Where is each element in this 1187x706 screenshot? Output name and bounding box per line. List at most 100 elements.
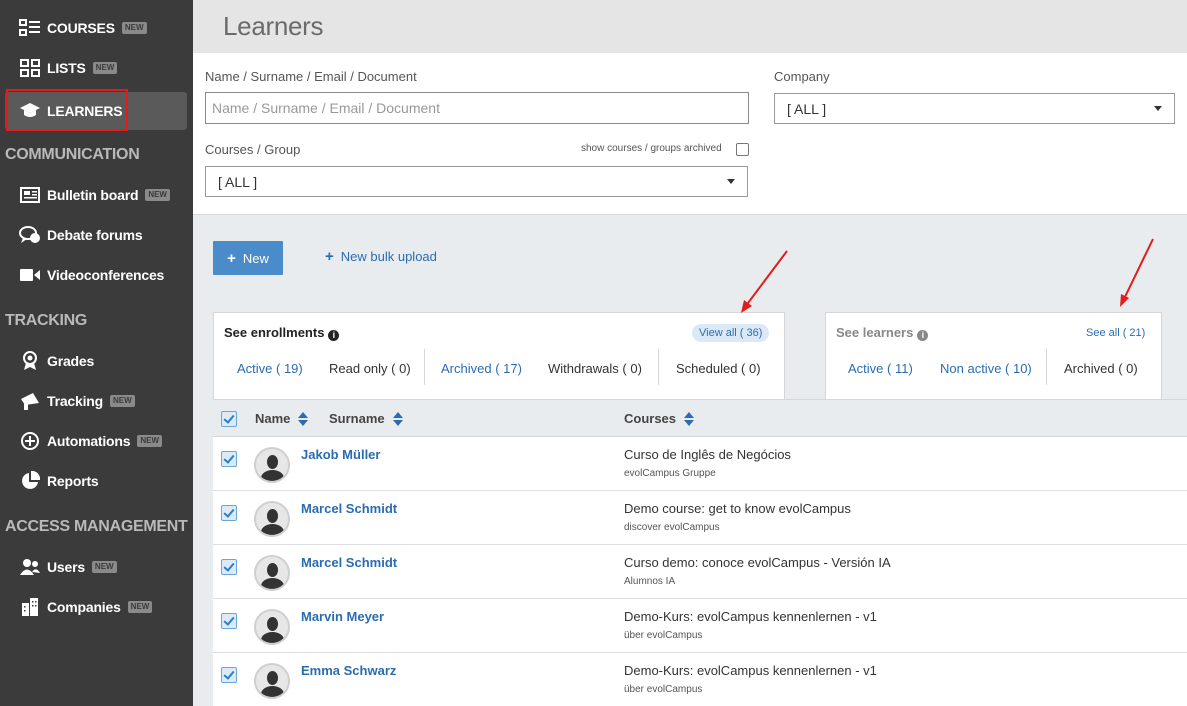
- new-badge: NEW: [145, 189, 170, 201]
- sidebar-item-reports[interactable]: Reports: [0, 462, 193, 500]
- tab-enrollments-archived[interactable]: Archived ( 17): [441, 361, 522, 376]
- info-icon: i: [917, 330, 929, 341]
- video-camera-icon: [19, 264, 41, 286]
- learners-panel: See learners i See all ( 21) Active ( 11)…: [825, 312, 1162, 400]
- group-name: über evolCampus: [624, 684, 703, 695]
- tab-enrollments-active[interactable]: Active ( 19): [237, 361, 303, 376]
- enrollments-title: See enrollments i: [224, 325, 340, 341]
- table-row[interactable]: Jakob Müller Curso de Inglês de Negócios…: [213, 437, 1187, 491]
- learners-panel-title-text: See learners: [836, 325, 914, 340]
- sidebar-item-grades[interactable]: Grades: [0, 342, 193, 380]
- avatar: [254, 663, 290, 699]
- tab-enrollments-withdrawals[interactable]: Withdrawals ( 0): [548, 361, 642, 376]
- section-title-communication: COMMUNICATION: [5, 146, 140, 163]
- tab-learners-active[interactable]: Active ( 11): [848, 361, 913, 376]
- content-area: + New + New bulk upload See enrollments i…: [193, 214, 1187, 706]
- divider: [424, 349, 425, 385]
- page-title: Learners: [223, 11, 324, 41]
- table-row[interactable]: Marcel Schmidt Curso demo: conoce evolCa…: [213, 545, 1187, 599]
- tab-learners-archived[interactable]: Archived ( 0): [1064, 361, 1138, 376]
- filters-panel: Name / Surname / Email / Document Name /…: [193, 53, 1187, 214]
- view-all-enrollments-button[interactable]: View all ( 36): [692, 324, 770, 342]
- users-icon: [19, 556, 41, 578]
- row-checkbox[interactable]: [221, 559, 237, 575]
- row-checkbox[interactable]: [221, 505, 237, 521]
- sidebar-item-lists[interactable]: LISTS NEW: [0, 49, 193, 87]
- learner-name-link[interactable]: Marcel Schmidt: [301, 501, 397, 516]
- sidebar-item-label: Bulletin board: [47, 187, 139, 203]
- new-bulk-upload-link[interactable]: + New bulk upload: [325, 248, 437, 265]
- sidebar-item-bulletin-board[interactable]: Bulletin board NEW: [0, 176, 193, 214]
- show-archived-label: show courses / groups archived: [581, 143, 722, 154]
- sidebar-item-label: Debate forums: [47, 227, 143, 243]
- column-surname-label: Surname: [329, 411, 385, 426]
- avatar: [254, 555, 290, 591]
- new-badge: NEW: [137, 435, 163, 447]
- bulk-upload-label: New bulk upload: [340, 249, 437, 264]
- select-all-checkbox[interactable]: [221, 411, 237, 427]
- course-name: Curso demo: conoce evolCampus - Versión …: [624, 555, 891, 570]
- company-select[interactable]: [ ALL ]: [774, 93, 1175, 124]
- sidebar-item-label: Tracking: [47, 393, 103, 409]
- name-filter-label: Name / Surname / Email / Document: [205, 69, 417, 84]
- courses-select-value: [ ALL ]: [218, 173, 258, 190]
- sidebar-item-label: Users: [47, 559, 85, 575]
- learner-name-link[interactable]: Marvin Meyer: [301, 609, 384, 624]
- row-checkbox[interactable]: [221, 451, 237, 467]
- sidebar-item-label: Videoconferences: [47, 267, 165, 283]
- sidebar-item-users[interactable]: Users NEW: [0, 548, 193, 586]
- sidebar-item-label: Reports: [47, 473, 99, 489]
- sort-icon: [392, 411, 403, 426]
- see-all-learners-link[interactable]: See all ( 21): [1086, 327, 1145, 339]
- pie-chart-icon: [19, 470, 41, 492]
- column-header-surname[interactable]: Surname: [329, 411, 403, 426]
- divider: [1046, 349, 1047, 385]
- divider: [658, 349, 659, 385]
- sidebar-item-companies[interactable]: Companies NEW: [0, 588, 193, 626]
- sidebar: COURSES NEW LISTS NEW LEARNERS COMMUNICA…: [0, 0, 193, 706]
- column-header-courses[interactable]: Courses: [624, 411, 695, 426]
- list-icon: [19, 17, 41, 39]
- learner-name-link[interactable]: Jakob Müller: [301, 447, 380, 462]
- sidebar-item-debate-forums[interactable]: Debate forums: [0, 216, 193, 254]
- new-learner-button[interactable]: + New: [213, 241, 283, 275]
- course-name: Curso de Inglês de Negócios: [624, 447, 791, 462]
- table-row[interactable]: Marvin Meyer Demo-Kurs: evolCampus kenne…: [213, 599, 1187, 653]
- show-archived-checkbox[interactable]: [736, 143, 749, 156]
- new-badge: NEW: [121, 22, 147, 34]
- group-name: discover evolCampus: [624, 522, 720, 533]
- course-name: Demo-Kurs: evolCampus kennenlernen - v1: [624, 663, 877, 678]
- column-courses-label: Courses: [624, 411, 677, 426]
- award-icon: [19, 350, 41, 372]
- sidebar-item-label: LISTS: [47, 60, 86, 76]
- courses-group-select[interactable]: [ ALL ]: [205, 166, 748, 197]
- tab-enrollments-read-only[interactable]: Read only ( 0): [329, 361, 411, 376]
- table-row[interactable]: Marcel Schmidt Demo course: get to know …: [213, 491, 1187, 545]
- courses-filter-label: Courses / Group: [205, 142, 301, 157]
- learner-name-link[interactable]: Marcel Schmidt: [301, 555, 397, 570]
- red-arrow-annotation: [741, 250, 788, 313]
- new-button-label: New: [242, 250, 269, 266]
- sidebar-item-courses[interactable]: COURSES NEW: [0, 9, 193, 47]
- column-header-name[interactable]: Name: [255, 411, 309, 426]
- group-name: über evolCampus: [624, 630, 703, 641]
- sidebar-item-label: Grades: [47, 353, 95, 369]
- tab-learners-non-active[interactable]: Non active ( 10): [940, 361, 1032, 376]
- table-row[interactable]: Emma Schwarz Demo-Kurs: evolCampus kenne…: [213, 653, 1187, 706]
- info-icon: i: [328, 330, 340, 341]
- sort-icon: [684, 411, 695, 426]
- name-search-input[interactable]: Name / Surname / Email / Document: [205, 92, 749, 124]
- sidebar-item-label: Automations: [47, 433, 131, 449]
- tab-enrollments-scheduled[interactable]: Scheduled ( 0): [676, 361, 761, 376]
- sidebar-item-tracking[interactable]: Tracking NEW: [0, 382, 193, 420]
- group-name: evolCampus Gruppe: [624, 468, 716, 479]
- group-name: Alumnos IA: [624, 576, 676, 587]
- sidebar-item-videoconferences[interactable]: Videoconferences: [0, 256, 193, 294]
- company-filter-label: Company: [774, 69, 830, 84]
- page-header: Learners: [193, 0, 1187, 53]
- row-checkbox[interactable]: [221, 667, 237, 683]
- sidebar-item-automations[interactable]: Automations NEW: [0, 422, 193, 460]
- course-name: Demo-Kurs: evolCampus kennenlernen - v1: [624, 609, 877, 624]
- learner-name-link[interactable]: Emma Schwarz: [301, 663, 396, 678]
- row-checkbox[interactable]: [221, 613, 237, 629]
